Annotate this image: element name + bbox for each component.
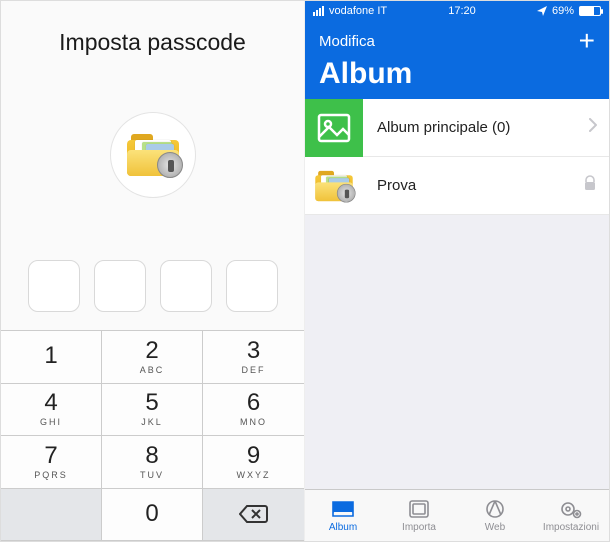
tab-bar: Album Importa Web <box>305 489 609 541</box>
pin-digit-4 <box>226 260 278 312</box>
keypad-6[interactable]: 6MNO <box>203 384 304 437</box>
backspace-icon <box>239 504 269 524</box>
tab-impostazioni[interactable]: Impostazioni <box>533 490 609 541</box>
album-thumb-prova <box>305 157 363 215</box>
tab-label: Importa <box>402 522 436 533</box>
location-icon <box>537 6 547 16</box>
album-row-prova[interactable]: Prova <box>305 157 609 215</box>
empty-space <box>305 215 609 489</box>
tab-label: Web <box>485 522 505 533</box>
web-tab-icon <box>483 498 507 520</box>
tab-web[interactable]: Web <box>457 490 533 541</box>
passcode-title: Imposta passcode <box>1 29 304 56</box>
album-screen: vodafone IT 17:20 69% Modifica + Album <box>305 1 609 541</box>
pin-digit-2 <box>94 260 146 312</box>
pin-digit-1 <box>28 260 80 312</box>
add-button[interactable]: + <box>579 27 595 55</box>
edit-button[interactable]: Modifica <box>319 33 375 50</box>
battery-percent: 69% <box>552 5 574 17</box>
app-logo <box>110 112 196 198</box>
album-label: Album principale (0) <box>377 119 589 136</box>
keypad-4[interactable]: 4GHI <box>1 384 102 437</box>
album-list: Album principale (0) <box>305 99 609 215</box>
number-keypad: 1 2ABC 3DEF 4GHI 5JKL 6MNO 7PQRS 8TUV 9W… <box>1 330 304 541</box>
passcode-screen: Imposta passcode 1 2ABC 3DEF 4GHI 5JK <box>1 1 305 541</box>
locked-folder-icon <box>315 170 352 200</box>
keypad-2[interactable]: 2ABC <box>102 331 203 384</box>
status-bar: vodafone IT 17:20 69% <box>305 1 609 21</box>
tab-label: Album <box>329 522 357 533</box>
album-thumb-main <box>305 99 363 157</box>
keypad-5[interactable]: 5JKL <box>102 384 203 437</box>
nav-header: Modifica + Album <box>305 21 609 99</box>
page-title: Album <box>319 57 595 91</box>
pin-entry <box>1 260 304 312</box>
keypad-blank <box>1 489 102 542</box>
keypad-9[interactable]: 9WXYZ <box>203 436 304 489</box>
signal-icon <box>313 6 324 16</box>
import-tab-icon <box>407 498 431 520</box>
keypad-7[interactable]: 7PQRS <box>1 436 102 489</box>
battery-icon <box>579 6 601 16</box>
tab-label: Impostazioni <box>543 522 599 533</box>
keypad-backspace[interactable] <box>203 489 304 542</box>
dual-screenshot: Imposta passcode 1 2ABC 3DEF 4GHI 5JK <box>0 0 610 542</box>
picture-icon <box>317 113 351 143</box>
keypad-8[interactable]: 8TUV <box>102 436 203 489</box>
chevron-right-icon <box>589 118 597 137</box>
tab-importa[interactable]: Importa <box>381 490 457 541</box>
album-tab-icon <box>331 498 355 520</box>
keypad-1[interactable]: 1 <box>1 331 102 384</box>
clock: 17:20 <box>448 5 476 17</box>
tab-album[interactable]: Album <box>305 490 381 541</box>
settings-tab-icon <box>559 498 583 520</box>
keypad-3[interactable]: 3DEF <box>203 331 304 384</box>
locked-folder-icon <box>127 134 179 176</box>
lock-icon <box>583 175 597 196</box>
album-row-main[interactable]: Album principale (0) <box>305 99 609 157</box>
keypad-0[interactable]: 0 <box>102 489 203 542</box>
carrier-label: vodafone IT <box>329 5 387 17</box>
pin-digit-3 <box>160 260 212 312</box>
album-label: Prova <box>377 177 583 194</box>
